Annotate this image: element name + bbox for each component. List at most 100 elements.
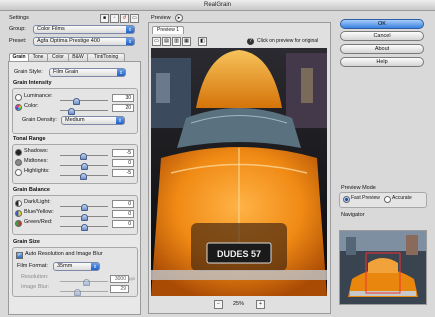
car-photo: DUDES 57 — [151, 48, 327, 296]
color-value[interactable]: 20 — [112, 104, 134, 112]
info-icon: ? — [247, 38, 254, 45]
tab-bw[interactable]: B&W — [68, 53, 88, 61]
highlights-label: Highlights: — [24, 168, 50, 174]
grain-balance-heading: Grain Balance — [13, 187, 50, 193]
fast-preview-label: Fast Preview — [351, 195, 380, 201]
preview-hint: Click on preview for original — [257, 38, 319, 44]
fast-preview-radio[interactable] — [343, 196, 350, 203]
resolution-slider-thumb[interactable] — [83, 279, 91, 286]
luminance-slider-thumb[interactable] — [72, 98, 80, 105]
image-blur-value[interactable]: 29 — [110, 285, 129, 293]
grain-size-heading: Grain Size — [13, 239, 40, 245]
grain-style-select[interactable]: Film Grain ⇕ — [49, 68, 126, 77]
window-title-bar: RealGrain — [0, 0, 435, 11]
dark-light-value[interactable]: 0 — [112, 200, 134, 208]
group-label: Group: — [9, 26, 26, 32]
grain-density-value: Medium — [65, 117, 85, 123]
film-format-select[interactable]: 35mm ⇕ — [53, 262, 100, 271]
midtones-icon — [15, 159, 22, 166]
chevron-down-icon: ⇕ — [126, 38, 134, 45]
color-slider-thumb[interactable] — [67, 108, 75, 115]
grain-intensity-heading: Grain Intensity — [13, 80, 52, 86]
tab-grain[interactable]: Grain — [9, 53, 29, 61]
grain-style-value: Film Grain — [53, 69, 79, 75]
highlights-icon — [15, 169, 22, 176]
chevron-down-icon: ⇕ — [116, 117, 124, 124]
chevron-down-icon: ⇕ — [126, 26, 134, 33]
resolution-unit: ppi — [129, 276, 136, 281]
zoom-value: 25% — [233, 301, 245, 307]
save-preset-icon[interactable]: ■ — [100, 14, 109, 23]
chevron-down-icon: ⇕ — [91, 263, 99, 270]
accurate-label: Accurate — [392, 195, 412, 201]
accurate-radio[interactable] — [384, 196, 391, 203]
zoom-in-button[interactable]: + — [256, 300, 265, 309]
blue-yellow-icon — [15, 210, 22, 217]
dark-light-icon — [15, 200, 22, 207]
chevron-down-icon: ⇕ — [117, 69, 125, 76]
settings-heading: Settings — [9, 15, 29, 21]
green-red-icon — [15, 220, 22, 227]
navigator-car-photo — [340, 231, 426, 304]
help-button[interactable]: Help — [340, 57, 424, 67]
delete-preset-icon[interactable]: ▭ — [130, 14, 139, 23]
auto-resolution-label: Auto Resolution and Image Blur — [25, 251, 103, 257]
auto-resolution-checkbox[interactable]: ✓ — [16, 252, 23, 259]
navigator-thumbnail[interactable] — [339, 230, 427, 305]
midtones-value[interactable]: 0 — [112, 159, 134, 167]
highlights-slider-thumb[interactable] — [79, 173, 87, 180]
new-preset-icon[interactable]: ▫ — [110, 14, 119, 23]
preview-menu-icon[interactable]: ▸ — [175, 14, 183, 22]
blue-yellow-value[interactable]: 0 — [112, 210, 134, 218]
image-blur-label: Image Blur: — [21, 284, 50, 290]
image-blur-slider-thumb[interactable] — [73, 289, 81, 296]
reset-icon[interactable]: ↺ — [120, 14, 129, 23]
green-red-slider-thumb[interactable] — [81, 224, 88, 231]
dark-light-label: Dark/Light: — [24, 199, 51, 205]
color-wheel-icon — [15, 104, 22, 111]
split-vertical-icon[interactable]: ▥ — [172, 37, 181, 46]
compare-icon[interactable]: ◧ — [198, 37, 207, 46]
tonal-range-heading: Tonal Range — [13, 136, 46, 142]
group-value: Color Films — [37, 26, 65, 32]
luminance-value[interactable]: 30 — [112, 94, 134, 102]
resolution-label: Resolution: — [21, 274, 49, 280]
tab-color[interactable]: Color — [47, 53, 69, 61]
blue-yellow-label: Blue/Yellow: — [24, 209, 54, 215]
single-view-icon[interactable]: ▭ — [152, 37, 161, 46]
split-horizontal-icon[interactable]: ▤ — [162, 37, 171, 46]
preset-select[interactable]: Agfa Optima Prestige 400 ⇕ — [33, 37, 135, 46]
group-select[interactable]: Color Films ⇕ — [33, 25, 135, 34]
luminance-slider[interactable] — [60, 100, 108, 101]
grain-density-label: Grain Density: — [22, 117, 57, 123]
preview-mode-heading: Preview Mode — [341, 185, 376, 191]
preset-label: Preset: — [9, 38, 27, 44]
navigator-heading: Navigator — [341, 212, 365, 218]
grain-density-select[interactable]: Medium ⇕ — [61, 116, 125, 125]
blue-yellow-slider-thumb[interactable] — [81, 214, 88, 221]
split-quad-icon[interactable]: ▦ — [182, 37, 191, 46]
grain-style-label: Grain Style: — [14, 69, 43, 75]
ok-button[interactable]: OK — [340, 19, 424, 29]
film-format-label: Film Format: — [17, 263, 48, 269]
shadows-label: Shadows: — [24, 148, 49, 154]
tab-preview-1[interactable]: Preview 1 — [152, 26, 184, 34]
cancel-button[interactable]: Cancel — [340, 31, 424, 41]
green-red-value[interactable]: 0 — [112, 220, 134, 228]
midtones-slider-thumb[interactable] — [81, 163, 88, 170]
image-blur-slider[interactable] — [60, 291, 108, 292]
shadows-slider-thumb[interactable] — [79, 153, 87, 160]
zoom-out-button[interactable]: − — [214, 300, 223, 309]
dark-light-slider-thumb[interactable] — [81, 204, 88, 211]
tab-tint-toning[interactable]: Tint/Toning — [87, 53, 125, 61]
preview-image[interactable]: DUDES 57 — [151, 48, 327, 296]
luminance-icon — [15, 94, 22, 101]
tab-tone[interactable]: Tone — [28, 53, 48, 61]
shadows-value[interactable]: -5 — [112, 149, 134, 157]
film-format-value: 35mm — [57, 263, 73, 269]
luminance-label: Luminance: — [24, 93, 53, 99]
preview-heading: Preview — [151, 15, 171, 21]
resolution-value[interactable]: 3000 — [110, 275, 129, 283]
highlights-value[interactable]: -5 — [112, 169, 134, 177]
about-button[interactable]: About — [340, 44, 424, 54]
